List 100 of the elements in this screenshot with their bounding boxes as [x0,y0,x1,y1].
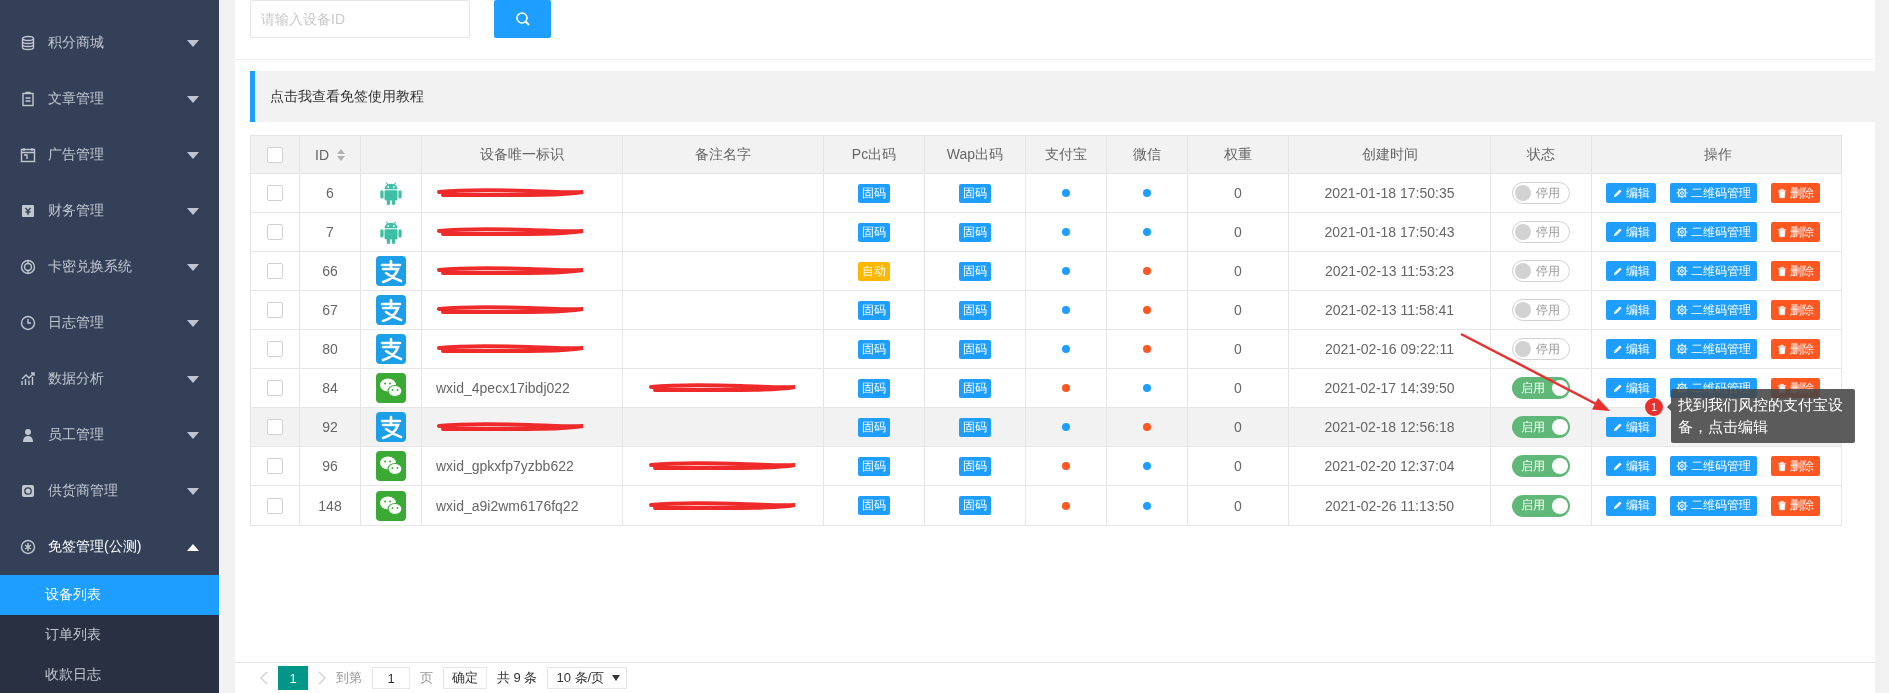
status-toggle[interactable]: 启用 [1512,455,1570,477]
status-toggle[interactable]: 停用 [1512,221,1570,243]
previous-page-icon[interactable] [260,671,268,685]
status-toggle[interactable]: 启用 [1512,377,1570,399]
row-checkbox[interactable] [267,341,283,357]
status-toggle[interactable]: 启用 [1512,494,1570,517]
menu-item[interactable]: 日志管理 [0,295,219,351]
qr-button[interactable]: 二维码管理 [1670,495,1757,516]
edit-button[interactable]: 编辑 [1606,261,1656,281]
mode-tag: 固码 [858,222,890,242]
row-checkbox[interactable] [267,263,283,279]
delete-button[interactable]: 删除 [1771,261,1820,281]
row-checkbox[interactable] [267,497,283,514]
table-cell: 67 [322,302,338,318]
mode-tag: 固码 [858,417,890,437]
goto-label: 到第 [336,669,362,687]
qr-button[interactable]: 二维码管理 [1670,222,1757,242]
table-cell: 2021-02-20 12:37:04 [1324,458,1455,474]
page-number-field[interactable]: 1 [372,667,410,689]
column-header: 微信 [1133,145,1161,164]
search-button[interactable] [494,0,551,38]
menu-item[interactable]: 积分商城 [0,15,219,71]
status-toggle[interactable]: 启用 [1512,416,1570,438]
submenu-item[interactable]: 订单列表 [0,615,219,655]
mode-tag: 固码 [858,496,890,515]
mode-tag: 固码 [959,378,991,398]
menu-item[interactable]: 广告管理 [0,127,219,183]
pencil-icon [1612,265,1623,277]
menu-item[interactable]: 免签管理(公测) [0,519,219,575]
edit-button[interactable]: 编辑 [1606,456,1656,476]
table-cell: 2021-02-13 11:58:41 [1325,302,1454,318]
column-header: Pc出码 [851,145,897,164]
edit-button[interactable]: 编辑 [1606,495,1656,516]
trash-icon [1777,187,1787,199]
gear-icon [1676,460,1688,472]
delete-button[interactable]: 删除 [1771,222,1820,242]
edit-button[interactable]: 编辑 [1606,378,1656,398]
table-cell: 0 [1234,497,1242,514]
payment-icon [376,334,406,364]
menu-item[interactable]: 供货商管理 [0,463,219,519]
submenu-item[interactable]: 设备列表 [0,575,219,615]
table-cell: 0 [1234,380,1242,396]
row-checkbox[interactable] [267,419,283,435]
payment-icon [376,256,406,286]
gear-icon [1676,265,1688,277]
row-checkbox[interactable] [267,302,283,318]
tutorial-link[interactable]: 点击我查看免签使用教程 [250,71,1875,122]
edit-button[interactable]: 编辑 [1606,339,1656,359]
delete-button[interactable]: 删除 [1771,183,1820,203]
table-cell: wxid_a9i2wm6176fq22 [436,497,579,514]
table-cell: 7 [326,224,334,240]
trash-icon [1777,265,1787,277]
table-cell: wxid_gpkxfp7yzbb622 [436,458,574,474]
edit-button[interactable]: 编辑 [1606,222,1656,242]
qr-button[interactable]: 二维码管理 [1670,183,1757,203]
confirm-button[interactable]: 确定 [443,667,487,689]
column-header: 操作 [1703,145,1732,164]
mode-tag: 固码 [959,300,991,320]
status-toggle[interactable]: 停用 [1512,182,1570,204]
edit-button[interactable]: 编辑 [1606,417,1656,437]
delete-button[interactable]: 删除 [1771,456,1820,476]
row-checkbox[interactable] [267,224,283,240]
mode-tag: 固码 [959,417,991,437]
page-size-select[interactable]: 10 条/页 [547,667,628,689]
menu-item[interactable]: 数据分析 [0,351,219,407]
table-cell: 2021-02-16 09:22:11 [1325,341,1454,357]
sort-icon[interactable] [337,148,345,161]
table-cell: 96 [322,458,338,474]
menu-item[interactable]: 文章管理 [0,71,219,127]
page-button[interactable]: 1 [278,666,308,690]
qr-button[interactable]: 二维码管理 [1670,339,1757,359]
column-header: 创建时间 [1361,145,1418,164]
next-page-icon[interactable] [318,671,326,685]
menu-item[interactable]: 员工管理 [0,407,219,463]
table-cell: 0 [1234,419,1242,435]
pencil-icon [1612,500,1623,511]
delete-button[interactable]: 删除 [1771,300,1820,320]
edit-button[interactable]: 编辑 [1606,300,1656,320]
row-checkbox[interactable] [267,380,283,396]
status-toggle[interactable]: 停用 [1512,338,1570,360]
select-all-checkbox[interactable] [267,146,283,163]
submenu-item[interactable]: 收款日志 [0,655,219,693]
pencil-icon [1612,226,1623,238]
column-header[interactable]: ID [315,146,329,163]
edit-button[interactable]: 编辑 [1606,183,1656,203]
qr-button[interactable]: 二维码管理 [1670,456,1757,476]
status-toggle[interactable]: 停用 [1512,299,1570,321]
qr-button[interactable]: 二维码管理 [1670,261,1757,281]
clock-icon [20,315,36,331]
qr-button[interactable]: 二维码管理 [1670,300,1757,320]
delete-button[interactable]: 删除 [1771,339,1820,359]
chat-bubbles-icon [376,373,406,403]
row-checkbox[interactable] [267,185,283,201]
row-checkbox[interactable] [267,458,283,474]
trash-icon [1777,460,1787,472]
status-toggle[interactable]: 停用 [1512,260,1570,282]
mode-tag: 固码 [858,378,890,398]
menu-item[interactable]: 财务管理 [0,183,219,239]
delete-button[interactable]: 删除 [1771,495,1820,516]
menu-item[interactable]: 卡密兑换系统 [0,239,219,295]
